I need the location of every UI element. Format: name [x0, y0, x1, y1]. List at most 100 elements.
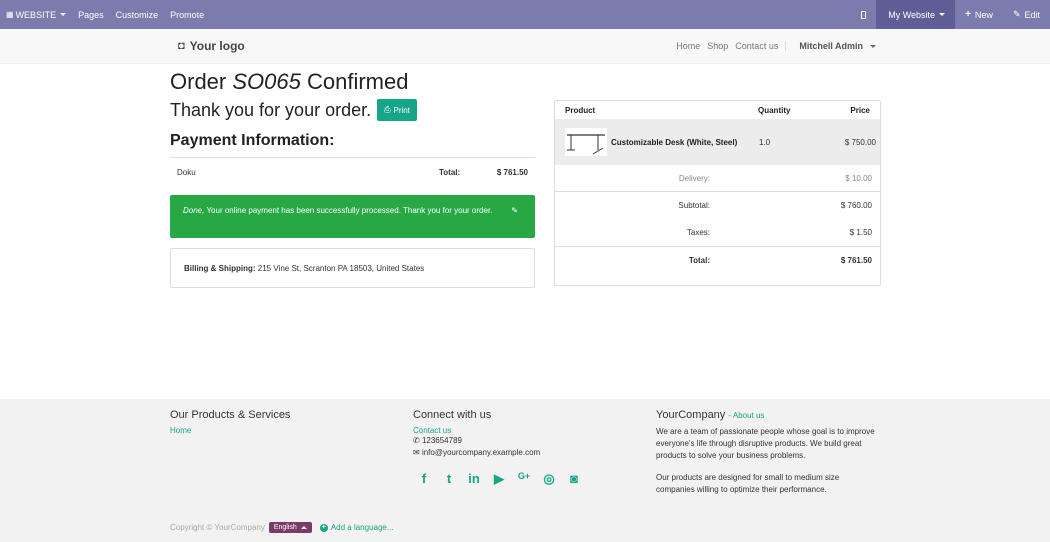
product-image — [565, 128, 607, 156]
add-language-link[interactable]: + Add a language... — [319, 523, 394, 532]
nav-contact-us[interactable]: Contact us — [735, 41, 778, 51]
site-logo[interactable]: ◘ Your logo — [178, 39, 245, 53]
social-links: f t in ▶ G+ ◎ ◙ — [417, 471, 592, 487]
line-product-name[interactable]: Customizable Desk (White, Steel) — [611, 138, 737, 147]
footer-email: ✉ info@yourcompany.example.com — [413, 447, 592, 459]
about-us-link[interactable]: - About us — [728, 411, 764, 420]
footer-phone: ✆ 123654789 — [413, 435, 592, 447]
copyright-text: Copyright © YourCompany — [170, 523, 265, 532]
company-description-2: Our products are designed for small to m… — [656, 473, 840, 494]
footer-connect-column: Connect with us Contact us ✆ 123654789 ✉… — [413, 409, 592, 487]
instagram-icon[interactable]: ◙ — [567, 471, 581, 487]
promote-menu[interactable]: Promote — [170, 10, 204, 20]
mobile-icon — [861, 10, 867, 19]
footer-company-column: YourCompany - About us We are a team of … — [656, 409, 880, 496]
footer-home-link[interactable]: Home — [170, 426, 290, 435]
title-prefix: Order — [170, 69, 227, 94]
table-row: Customizable Desk (White, Steel) 1.0 $ 7… — [555, 119, 880, 165]
new-label: New — [974, 9, 993, 20]
header-quantity: Quantity — [758, 106, 791, 115]
payment-heading: Payment Information: — [170, 132, 335, 149]
company-description: We are a team of passionate people whose… — [656, 427, 875, 460]
camera-icon: ◘ — [178, 40, 185, 52]
payment-success-alert: Done, Your online payment has been succe… — [170, 195, 535, 238]
taxes-label: Taxes: — [686, 228, 710, 237]
print-icon: ⎙ — [384, 105, 391, 114]
billing-address: 215 Vine St, Scranton PA 18503, United S… — [257, 264, 425, 273]
copyright-row: Copyright © YourCompany English + Add a … — [170, 522, 394, 533]
chevron-up-icon — [300, 526, 307, 529]
alert-message: Your online payment has been successfull… — [206, 206, 493, 215]
thank-you-row: Thank you for your order. ⎙ Print — [170, 99, 417, 121]
add-language-label: Add a language... — [330, 523, 394, 532]
delivery-label: Delivery: — [678, 174, 710, 183]
nav-shop[interactable]: Shop — [707, 41, 728, 51]
user-menu[interactable]: Mitchell Admin — [785, 41, 876, 51]
company-name: YourCompany — [656, 409, 726, 421]
website-menu-label: WEBSITE — [15, 9, 57, 20]
total-value: $ 761.50 — [840, 256, 872, 265]
line-price: $ 750.00 — [844, 138, 876, 147]
phone-number: 123654789 — [421, 436, 462, 445]
website-menu[interactable]: ▦ WEBSITE — [6, 9, 67, 20]
new-button[interactable]: + New — [955, 0, 1003, 29]
pencil-icon[interactable]: ✎ — [511, 205, 518, 217]
pages-menu[interactable]: Pages — [78, 10, 104, 20]
plus-circle-icon: + — [319, 523, 328, 532]
logo-text: Your logo — [189, 39, 245, 53]
chevron-down-icon — [60, 13, 67, 16]
site-footer: Our Products & Services Home Connect wit… — [0, 399, 1050, 542]
site-header: ◘ Your logo Home Shop Contact us Mitchel… — [0, 29, 1050, 64]
user-name: Mitchell Admin — [799, 41, 863, 51]
subtotal-label: Subtotal: — [678, 201, 710, 210]
phone-icon: ✆ — [413, 436, 420, 445]
mobile-preview-button[interactable] — [851, 0, 876, 29]
page-title: Order SO065 Confirmed — [170, 69, 408, 95]
divider — [555, 246, 880, 247]
github-icon[interactable]: ◎ — [542, 471, 556, 487]
facebook-icon[interactable]: f — [417, 471, 431, 487]
apps-grid-icon: ▦ — [6, 10, 14, 19]
total-label: Total: — [688, 256, 710, 265]
payment-total-value: $ 761.50 — [496, 168, 528, 177]
footer-products-heading: Our Products & Services — [170, 409, 291, 421]
customize-menu[interactable]: Customize — [116, 10, 159, 20]
youtube-icon[interactable]: ▶ — [492, 471, 506, 487]
my-website-menu[interactable]: My Website — [876, 0, 956, 29]
print-label: Print — [393, 105, 410, 115]
alert-done: Done, — [183, 206, 205, 215]
billing-shipping-box: Billing & Shipping: 215 Vine St, Scranto… — [170, 248, 535, 288]
title-suffix: Confirmed — [307, 69, 409, 94]
edit-label: Edit — [1024, 9, 1040, 20]
desk-image — [567, 134, 605, 155]
header-product: Product — [565, 106, 596, 115]
footer-company-heading: YourCompany - About us — [656, 409, 880, 421]
email-address: info@yourcompany.example.com — [421, 448, 541, 457]
plus-icon: + — [965, 9, 971, 20]
main-nav: Home Shop Contact us Mitchell Admin — [669, 41, 876, 51]
footer-connect-heading: Connect with us — [413, 409, 492, 421]
chevron-down-icon — [939, 13, 946, 16]
print-button[interactable]: ⎙ Print — [377, 99, 417, 121]
pencil-icon: ✎ — [1012, 9, 1021, 19]
chevron-down-icon — [870, 44, 876, 48]
footer-contact-link[interactable]: Contact us — [413, 426, 592, 435]
subtotal-value: $ 760.00 — [840, 201, 872, 210]
google-plus-icon[interactable]: G+ — [517, 471, 531, 487]
edit-button[interactable]: ✎ Edit — [1003, 0, 1050, 29]
delivery-value: $ 10.00 — [845, 174, 872, 183]
divider — [555, 191, 880, 192]
header-price: Price — [850, 106, 870, 115]
nav-home[interactable]: Home — [676, 41, 700, 51]
thank-you-text: Thank you for your order. — [170, 99, 372, 120]
linkedin-icon[interactable]: in — [467, 471, 481, 487]
admin-bar: ▦ WEBSITE Pages Customize Promote My Web… — [0, 0, 1050, 29]
twitter-icon[interactable]: t — [442, 471, 456, 487]
language-selector[interactable]: English — [268, 522, 312, 533]
billing-label: Billing & Shipping: — [184, 264, 256, 273]
payment-acquirer: Doku — [177, 168, 196, 177]
line-quantity: 1.0 — [759, 138, 771, 147]
order-summary-table: Product Quantity Price Customizable Desk… — [554, 100, 881, 286]
payment-total-label: Total: — [439, 168, 461, 177]
taxes-value: $ 1.50 — [849, 228, 872, 237]
